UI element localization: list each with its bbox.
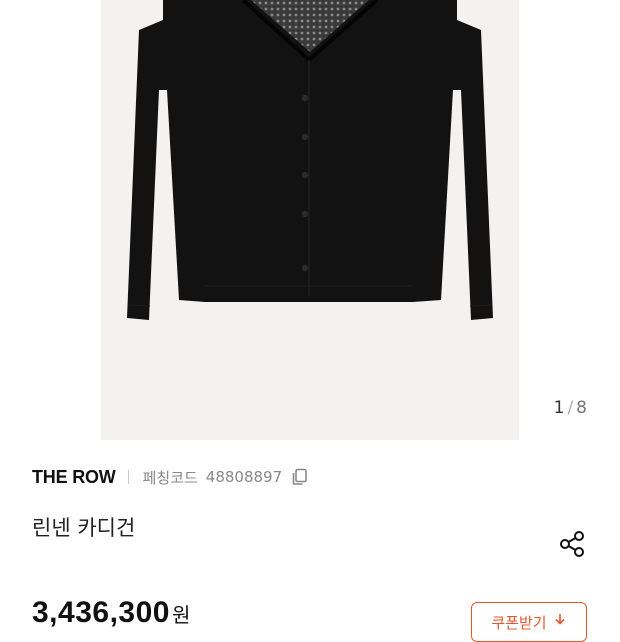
fetching-code-value: 48808897 [205, 468, 283, 486]
copy-icon[interactable] [290, 467, 310, 487]
image-counter: 1/8 [554, 398, 588, 418]
product-image-gallery[interactable]: 1/8 [0, 0, 620, 440]
image-counter-current: 1 [553, 398, 566, 418]
share-button[interactable] [555, 529, 589, 563]
download-icon [553, 613, 567, 631]
meta-divider [127, 470, 129, 484]
share-icon [556, 528, 588, 564]
product-meta-row: THE ROW 페칭코드 48808897 [32, 464, 310, 490]
product-price: 3,436,300 원 [32, 596, 191, 630]
fetching-code-label: 페칭코드 [142, 468, 198, 487]
image-counter-separator: / [567, 398, 575, 418]
image-counter-total: 8 [576, 398, 588, 418]
price-amount: 3,436,300 [32, 596, 170, 629]
coupon-label: 쿠폰받기 [491, 613, 547, 632]
product-title: 린넨 카디건 [32, 516, 136, 540]
coupon-download-button[interactable]: 쿠폰받기 [471, 602, 587, 642]
brand-link[interactable]: THE ROW [32, 467, 116, 488]
product-photo[interactable] [101, 0, 519, 440]
price-unit: 원 [171, 605, 191, 627]
